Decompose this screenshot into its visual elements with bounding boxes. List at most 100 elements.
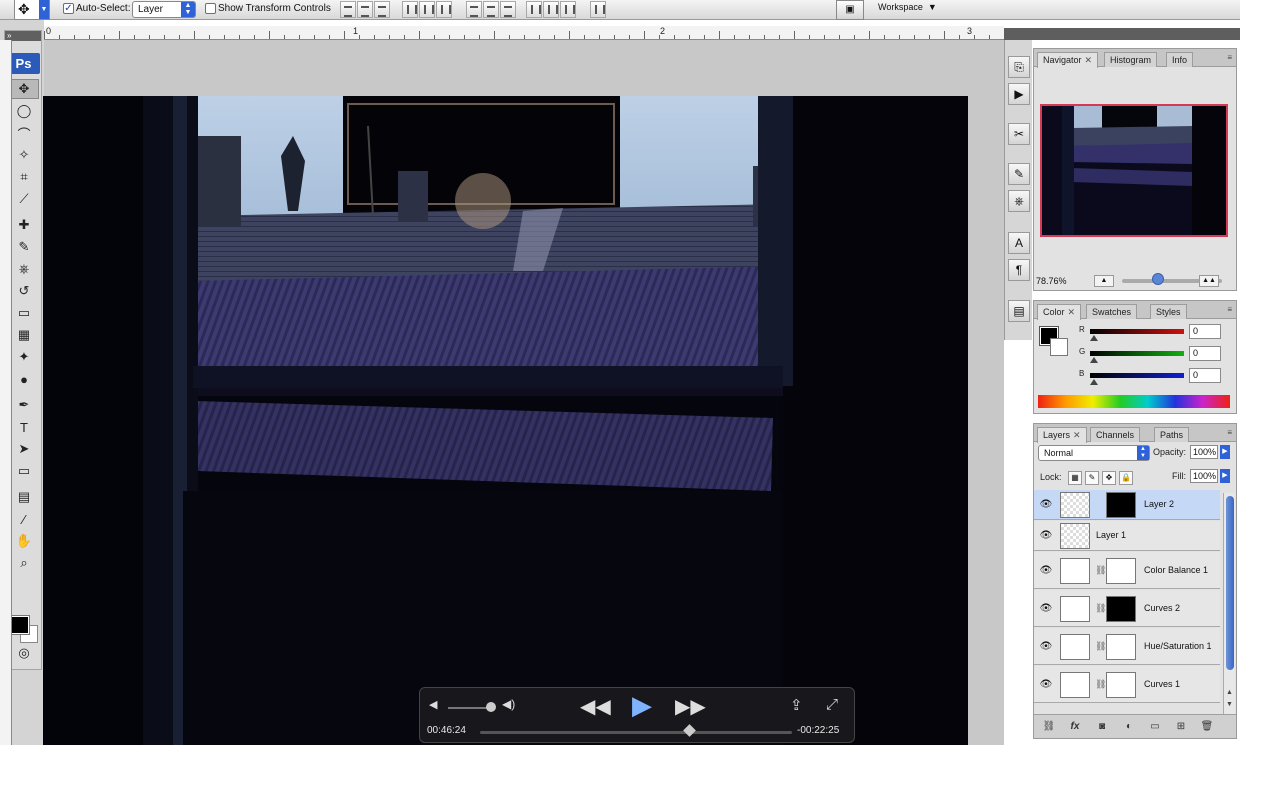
layer-row[interactable]: 👁 Layer 2: [1034, 490, 1220, 520]
eye-visibility-icon[interactable]: 👁: [1038, 603, 1054, 615]
history-brush-tool-button[interactable]: ↺: [9, 281, 39, 301]
align-top-button[interactable]: [340, 1, 356, 18]
hand-tool-button[interactable]: ✋: [9, 531, 39, 551]
channel-slider-knob[interactable]: [1090, 379, 1098, 385]
channel-value-input[interactable]: 0: [1189, 346, 1221, 361]
layer-row[interactable]: 👁 ⛓ Color Balance 1: [1034, 552, 1220, 589]
channel-slider[interactable]: [1090, 329, 1184, 334]
layer-row[interactable]: 👁 Layer 1: [1034, 521, 1220, 551]
new-layer-icon[interactable]: ⊞: [1174, 720, 1188, 733]
distribute-top-button[interactable]: [466, 1, 482, 18]
auto-select-checkbox[interactable]: ✓: [63, 3, 74, 14]
panel-menu-icon[interactable]: ≡: [1227, 53, 1232, 62]
gradient-tool-button[interactable]: ▦: [9, 325, 39, 345]
volume-high-icon[interactable]: ◀): [502, 697, 515, 711]
align-vcenter-button[interactable]: [357, 1, 373, 18]
share-icon[interactable]: ⇪: [790, 696, 803, 714]
opacity-arrow-icon[interactable]: ▶: [1220, 445, 1230, 459]
layer-mask-thumbnail[interactable]: [1106, 596, 1136, 622]
lock-all-icon[interactable]: 🔒: [1119, 471, 1133, 485]
tab-layers[interactable]: Layers ✕: [1037, 427, 1087, 443]
brush-tool-button[interactable]: ✎: [9, 237, 39, 257]
layer-thumbnail[interactable]: [1060, 558, 1090, 584]
tab-channels[interactable]: Channels: [1090, 427, 1141, 442]
play-button[interactable]: ▶: [632, 690, 652, 721]
paragraph-icon[interactable]: ¶: [1008, 259, 1030, 281]
layer-name[interactable]: Layer 1: [1096, 530, 1126, 540]
actions-icon[interactable]: ▶: [1008, 83, 1030, 105]
tab-color[interactable]: Color ✕: [1037, 304, 1082, 320]
lock-transparency-icon[interactable]: ▦: [1068, 471, 1082, 485]
move-tool-button[interactable]: ✥: [9, 79, 39, 99]
zoom-slider-knob[interactable]: [1152, 273, 1164, 285]
layer-row[interactable]: 👁 ⛓ Curves 2: [1034, 590, 1220, 627]
pen-tool-button[interactable]: ✒: [9, 395, 39, 415]
character-icon[interactable]: A: [1008, 232, 1030, 254]
mask-link-icon[interactable]: ⛓: [1095, 603, 1106, 614]
eye-visibility-icon[interactable]: 👁: [1038, 641, 1054, 653]
mask-link-icon[interactable]: ⛓: [1095, 679, 1106, 690]
auto-align-layers-button[interactable]: [590, 1, 606, 18]
eye-visibility-icon[interactable]: 👁: [1038, 530, 1054, 542]
zoom-out-button[interactable]: ▲: [1094, 275, 1114, 287]
scroll-up-icon[interactable]: ▲: [1226, 689, 1233, 696]
distribute-bottom-button[interactable]: [500, 1, 516, 18]
layer-mask-thumbnail[interactable]: [1106, 558, 1136, 584]
link-layers-icon[interactable]: ⛓: [1042, 720, 1056, 733]
layer-thumbnail[interactable]: [1060, 672, 1090, 698]
eyedropper-tool-button[interactable]: ⁄: [9, 509, 39, 529]
lock-pixels-icon[interactable]: ✎: [1085, 471, 1099, 485]
panel-menu-icon[interactable]: ≡: [1227, 305, 1232, 314]
layers-scrollbar[interactable]: ▲ ▼: [1223, 493, 1235, 721]
document-canvas[interactable]: [43, 96, 968, 745]
adjustment-layer-icon[interactable]: ◐: [1122, 720, 1136, 733]
zoom-tool-button[interactable]: ⌕: [9, 553, 39, 573]
workspace-menu[interactable]: Workspace ▼: [878, 2, 937, 12]
align-right-button[interactable]: [436, 1, 452, 18]
tab-swatches[interactable]: Swatches: [1086, 304, 1138, 319]
healing-brush-tool-button[interactable]: ✚: [9, 215, 39, 235]
marquee-tool-button[interactable]: ◯: [9, 101, 39, 121]
blend-mode-select[interactable]: Normal ▲ ▼: [1038, 445, 1150, 461]
new-group-icon[interactable]: ▭: [1148, 720, 1162, 733]
layer-name[interactable]: Curves 1: [1144, 679, 1180, 689]
panel-menu-icon[interactable]: ≡: [1227, 428, 1232, 437]
channel-slider-knob[interactable]: [1090, 357, 1098, 363]
auto-select-target-select[interactable]: Layer ▲ ▼: [132, 1, 196, 18]
notes-tool-button[interactable]: ▤: [9, 487, 39, 507]
crop-tool-button[interactable]: ⌗: [9, 167, 39, 187]
blur-tool-button[interactable]: ✦: [9, 347, 39, 367]
dodge-tool-button[interactable]: ●: [9, 369, 39, 389]
layer-row[interactable]: 👁 ⛓ Curves 1: [1034, 666, 1220, 703]
tab-info[interactable]: Info: [1166, 52, 1194, 67]
eye-visibility-icon[interactable]: 👁: [1038, 679, 1054, 691]
align-left-button[interactable]: [402, 1, 418, 18]
scrubber-playhead[interactable]: [683, 724, 696, 737]
lock-position-icon[interactable]: ✥: [1102, 471, 1116, 485]
channel-slider-knob[interactable]: [1090, 335, 1098, 341]
background-color-swatch[interactable]: [1050, 338, 1068, 356]
opacity-input[interactable]: 100%: [1190, 445, 1218, 459]
lasso-tool-button[interactable]: ⌒: [9, 123, 39, 143]
close-icon[interactable]: ✕: [1085, 55, 1093, 65]
right-dock-header[interactable]: [1004, 28, 1240, 40]
brushes-icon[interactable]: ✎: [1008, 163, 1030, 185]
close-icon[interactable]: ✕: [1068, 307, 1076, 317]
add-mask-icon[interactable]: ◙: [1095, 720, 1109, 733]
color-spectrum-bar[interactable]: [1038, 395, 1230, 408]
quick-mask-button[interactable]: ◎: [9, 643, 39, 663]
magic-wand-tool-button[interactable]: ✧: [9, 145, 39, 165]
distribute-vcenter-button[interactable]: [483, 1, 499, 18]
scrubber-track[interactable]: [480, 731, 792, 734]
distribute-hcenter-button[interactable]: [543, 1, 559, 18]
shape-tool-button[interactable]: ▭: [9, 461, 39, 481]
mask-link-icon[interactable]: ⛓: [1095, 641, 1106, 652]
distribute-left-button[interactable]: [526, 1, 542, 18]
zoom-in-button[interactable]: ▲▲: [1199, 275, 1219, 287]
layer-thumbnail[interactable]: [1060, 492, 1090, 518]
tool-preset-picker[interactable]: ✥ ▼: [14, 0, 50, 20]
type-tool-button[interactable]: T: [9, 417, 39, 437]
layer-comps-icon[interactable]: ▤: [1008, 300, 1030, 322]
foreground-color-swatch[interactable]: [10, 615, 30, 635]
layer-style-fx-icon[interactable]: fx: [1068, 720, 1082, 733]
